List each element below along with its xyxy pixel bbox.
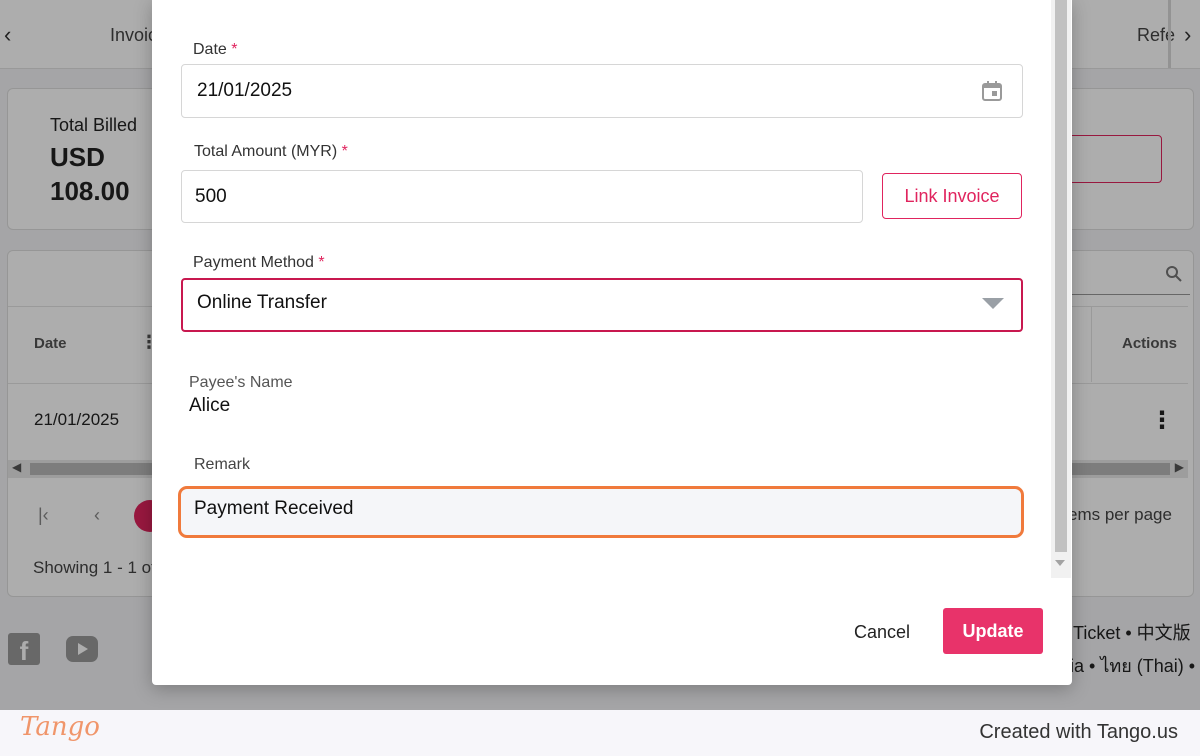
total-amount-label: Total Amount (MYR) *	[194, 143, 348, 161]
total-amount-label-text: Total Amount (MYR)	[194, 143, 338, 160]
calendar-icon[interactable]	[981, 80, 1003, 102]
tango-credit-text: Created with Tango.us	[979, 721, 1178, 743]
date-label: Date *	[193, 41, 237, 59]
chevron-down-icon[interactable]	[982, 298, 1004, 309]
update-button[interactable]: Update	[943, 608, 1043, 654]
dialog-scrollbar-thumb[interactable]	[1055, 0, 1067, 552]
cancel-button[interactable]: Cancel	[842, 612, 922, 652]
required-mark: *	[318, 254, 325, 271]
total-amount-value: 500	[195, 186, 227, 207]
payee-name-label: Payee's Name	[189, 374, 293, 391]
payment-method-label-text: Payment Method	[193, 254, 314, 271]
date-field-value: 21/01/2025	[197, 80, 293, 101]
remark-label: Remark	[194, 456, 251, 473]
total-amount-field[interactable]	[181, 170, 863, 223]
date-field[interactable]	[181, 64, 1023, 118]
payment-method-label: Payment Method *	[193, 254, 325, 272]
required-mark: *	[231, 41, 238, 58]
scroll-down-icon[interactable]	[1055, 560, 1065, 566]
date-label-text: Date	[193, 41, 227, 58]
tango-logo: Tango	[20, 712, 100, 742]
link-invoice-button[interactable]: Link Invoice	[882, 173, 1022, 219]
remark-value: Payment Received	[194, 498, 354, 519]
required-mark: *	[341, 143, 348, 160]
edit-payment-dialog: Date * 21/01/2025 Total Amount (MYR) * 5…	[152, 0, 1072, 685]
payee-name-value: Alice	[189, 395, 231, 416]
dialog-vertical-scrollbar[interactable]	[1051, 0, 1071, 578]
payment-method-value: Online Transfer	[197, 292, 327, 313]
